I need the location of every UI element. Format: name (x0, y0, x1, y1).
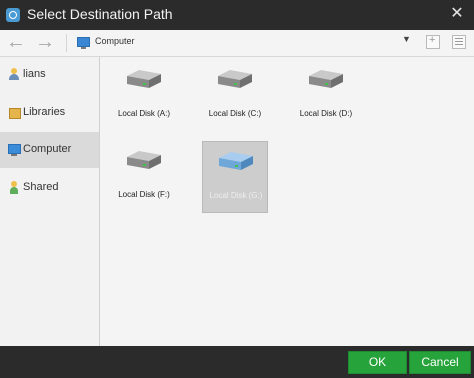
disk-label: Local Disk (C:) (208, 109, 262, 118)
disk-icon (218, 70, 252, 88)
path-text: Computer (95, 36, 135, 46)
chevron-down-icon[interactable]: ▼ (402, 34, 411, 44)
forward-arrow-icon[interactable]: → (34, 32, 56, 54)
dialog-title: Select Destination Path (27, 6, 173, 22)
sidebar-item-computer[interactable]: Computer (0, 132, 99, 168)
disk-item-f[interactable]: Local Disk (F:) (111, 141, 177, 213)
disk-item-c[interactable]: Local Disk (C:) (202, 60, 268, 132)
sidebar-item-label: Computer (23, 143, 72, 155)
sidebar-item-label: Libraries (23, 106, 66, 118)
app-logo-icon (6, 8, 20, 22)
sidebar-item-label: lians (23, 68, 46, 80)
library-icon (8, 106, 21, 119)
disk-label: Local Disk (F:) (118, 190, 170, 199)
title-bar: Select Destination Path ✕ (0, 0, 474, 30)
sidebar-item-lians[interactable]: lians (0, 57, 99, 93)
disk-item-d[interactable]: Local Disk (D:) (293, 60, 359, 132)
cancel-button[interactable]: Cancel (409, 351, 471, 374)
disk-item-a[interactable]: Local Disk (A:) (111, 60, 177, 132)
disk-item-g[interactable]: Local Disk (G:) (202, 141, 268, 213)
disk-icon (127, 151, 161, 169)
view-list-icon[interactable] (452, 35, 466, 49)
sidebar: lians Libraries Computer Shared (0, 57, 100, 346)
path-bar[interactable]: Computer ▼ (74, 34, 414, 52)
computer-icon (8, 143, 21, 156)
ok-button[interactable]: OK (348, 351, 407, 374)
sidebar-item-label: Shared (23, 181, 59, 193)
sidebar-item-shared[interactable]: Shared (0, 170, 99, 206)
disk-label: Local Disk (A:) (117, 109, 170, 118)
shared-icon (8, 181, 20, 194)
computer-icon (77, 37, 90, 49)
select-destination-dialog: Select Destination Path ✕ ← → Computer ▼… (0, 0, 474, 378)
new-folder-icon[interactable] (426, 34, 440, 49)
sidebar-item-libraries[interactable]: Libraries (0, 95, 99, 131)
toolbar-divider (66, 34, 67, 52)
toolbar: ← → Computer ▼ (0, 30, 474, 57)
disk-label: Local Disk (D:) (299, 109, 353, 118)
disk-list: Local Disk (A:) Local Disk (C:) Local Di… (100, 57, 474, 346)
disk-icon (219, 152, 253, 170)
disk-icon (127, 70, 161, 88)
disk-icon (309, 70, 343, 88)
user-icon (8, 68, 20, 81)
back-arrow-icon[interactable]: ← (5, 32, 27, 54)
close-icon[interactable]: ✕ (448, 5, 466, 23)
dialog-footer: OK Cancel (0, 346, 474, 378)
disk-label: Local Disk (G:) (209, 191, 263, 200)
